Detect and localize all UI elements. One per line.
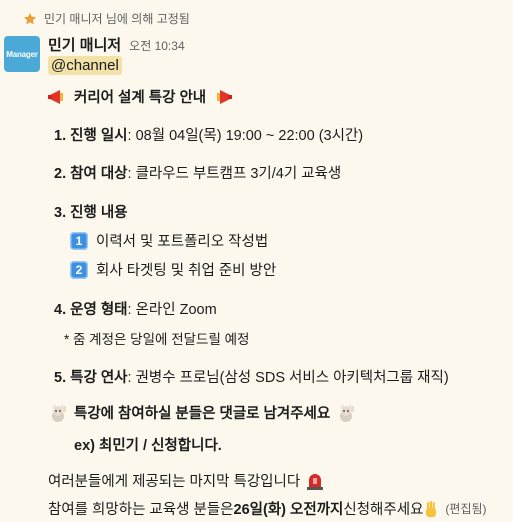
zoom-note: * 줌 계정은 당일에 전달드릴 예정 — [64, 332, 250, 347]
avatar[interactable]: Manager — [4, 36, 40, 72]
comment-request-line: 특강에 참여하실 분들은 댓글로 남겨주세요 — [48, 402, 356, 423]
list-item: 5. 특강 연사 : 권병수 프로님(삼성 SDS 서비스 아키텍처그룹 재직) — [54, 366, 449, 387]
channel-mention[interactable]: @channel — [48, 56, 122, 75]
list-item: 3. 진행 내용 — [54, 201, 128, 222]
list-item-label: 4. 운영 형태 — [54, 302, 128, 318]
deadline-date: 26일(화) 오전까지 — [233, 502, 344, 518]
list-item: 1. 진행 일시 : 08월 04일(목) 19:00 ~ 22:00 (3시간… — [54, 124, 363, 145]
deadline-post: 신청해주세요 — [343, 502, 424, 518]
sender-name[interactable]: 민기 매니저 — [48, 34, 121, 55]
waving-cat-icon — [340, 403, 355, 422]
comment-request-text: 특강에 참여하실 분들은 댓글로 남겨주세요 — [74, 406, 331, 422]
list-item-label: 2. 참여 대상 — [54, 166, 128, 182]
list-item-value: : 온라인 Zoom — [127, 302, 217, 318]
message-timestamp[interactable]: 오전 10:34 — [129, 37, 184, 54]
list-item-value: : 08월 04일(목) 19:00 ~ 22:00 (3시간) — [127, 128, 364, 144]
announcement-title-line: 커리어 설계 특강 안내 — [48, 86, 233, 107]
raised-hand-icon — [426, 500, 437, 517]
announcement-title: 커리어 설계 특강 안내 — [74, 90, 207, 106]
deadline-pre: 참여를 희망하는 교육생 분들은 — [48, 502, 234, 518]
megaphone-icon — [217, 89, 233, 104]
avatar-text: Manager — [6, 49, 38, 59]
final-notice-line: 여러분들에게 제공되는 마지막 특강입니다 — [48, 470, 324, 491]
megaphone-icon — [48, 89, 63, 104]
list-item-value: : 클라우드 부트캠프 3기/4기 교육생 — [127, 166, 342, 182]
list-item-label: 1. 진행 일시 — [54, 128, 128, 144]
keycap-two-icon: 2 — [70, 260, 88, 279]
siren-icon — [307, 473, 324, 490]
list-item-label: 5. 특강 연사 — [54, 370, 128, 386]
list-item-label: 3. 진행 내용 — [54, 205, 128, 221]
pushpin-icon — [24, 12, 36, 24]
content-sub-item-text: 이력서 및 포트폴리오 작성법 — [96, 234, 269, 250]
pinned-banner: 민기 매니저 님에 의해 고정됨 — [24, 10, 190, 27]
edited-label: (편집됨) — [445, 502, 487, 516]
content-sub-item: 1 이력서 및 포트폴리오 작성법 — [70, 230, 268, 251]
content-sub-item: 2 회사 타겟팅 및 취업 준비 방안 — [70, 259, 276, 280]
keycap-one-icon: 1 — [70, 231, 88, 250]
list-item-value: : 권병수 프로님(삼성 SDS 서비스 아키텍처그룹 재직) — [127, 370, 449, 386]
example-text: ex) 최민기 / 신청합니다. — [74, 438, 222, 454]
message-header: 민기 매니저 오전 10:34 — [48, 34, 185, 55]
deadline-line: 참여를 희망하는 교육생 분들은 26일(화) 오전까지 신청해주세요 (편집됨… — [48, 498, 487, 519]
list-item: 4. 운영 형태 : 온라인 Zoom — [54, 298, 217, 319]
waving-cat-icon — [52, 403, 66, 422]
pinned-text: 민기 매니저 님에 의해 고정됨 — [44, 12, 190, 26]
list-item: 2. 참여 대상 : 클라우드 부트캠프 3기/4기 교육생 — [54, 162, 341, 183]
final-notice-text: 여러분들에게 제공되는 마지막 특강입니다 — [48, 474, 301, 490]
content-sub-item-text: 회사 타겟팅 및 취업 준비 방안 — [96, 263, 277, 279]
